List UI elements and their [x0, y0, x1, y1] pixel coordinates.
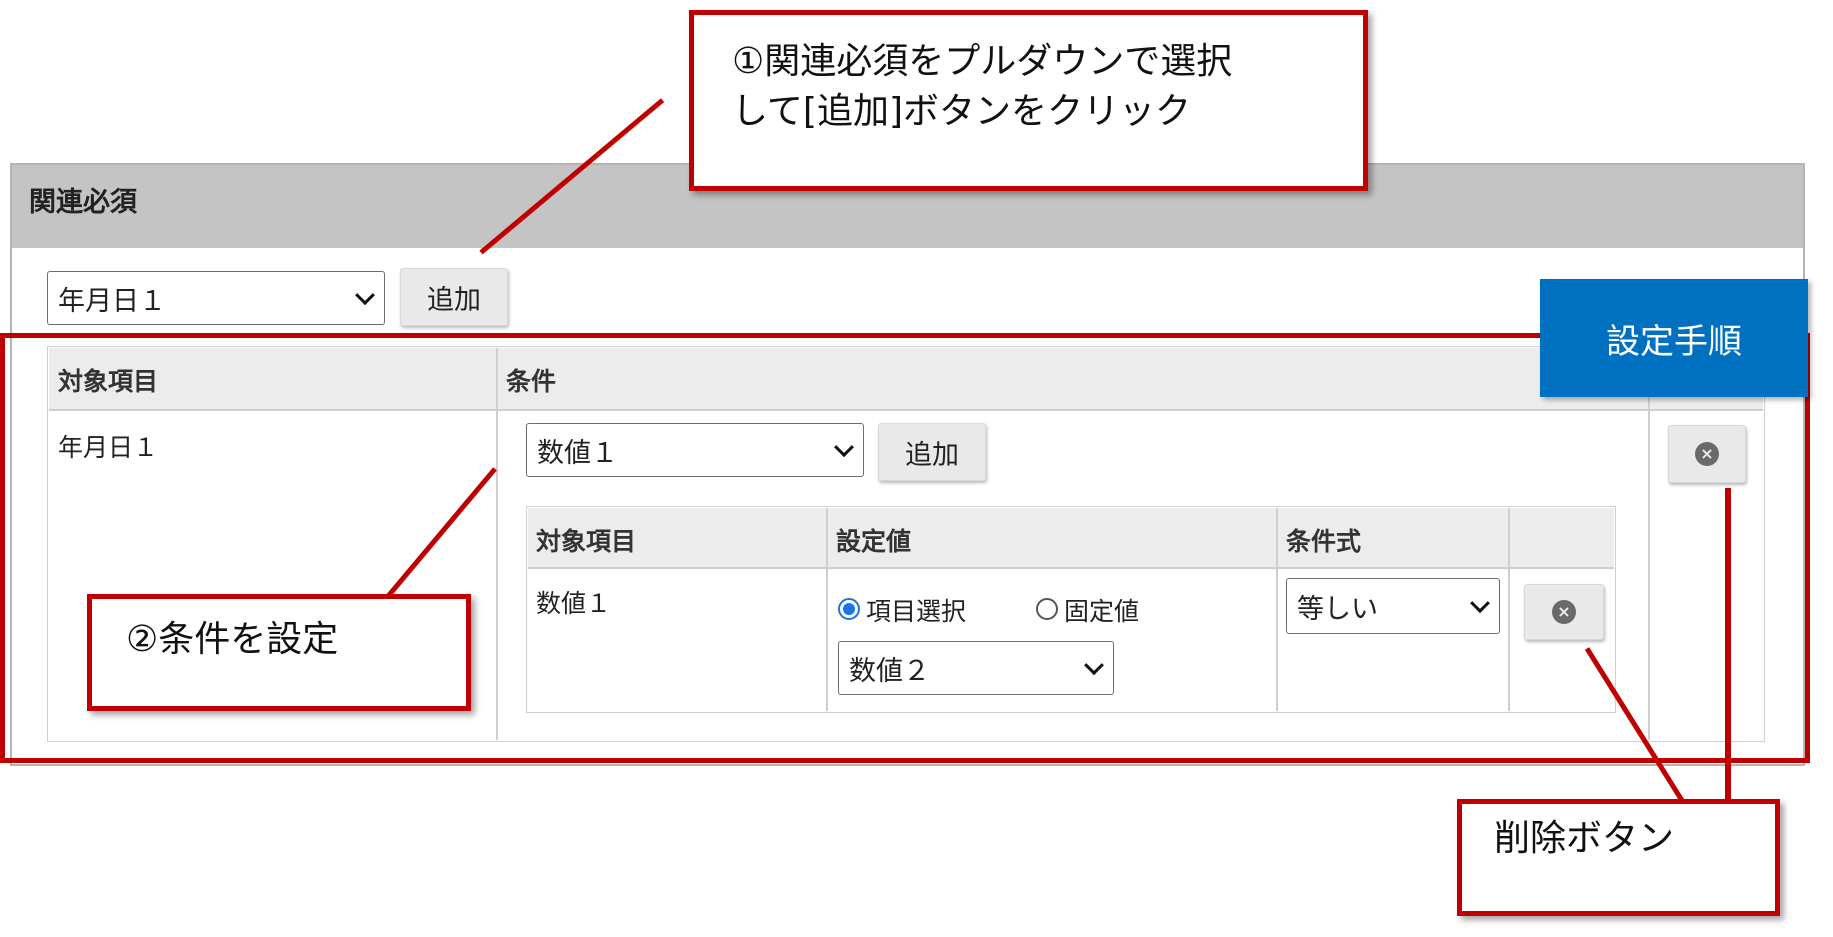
procedure-badge: 設定手順	[1540, 279, 1808, 397]
chevron-down-icon	[355, 285, 375, 306]
callout-step1-line2: して[追加]ボタンをクリック	[732, 91, 1192, 132]
callout-delete-text: 削除ボタン	[1494, 818, 1675, 859]
callout-leader-line	[1725, 488, 1731, 799]
callout-delete: 削除ボタン	[1457, 799, 1780, 916]
callout-step1-line1: ①関連必須をプルダウンで選択	[732, 41, 1233, 82]
callout-step1: ①関連必須をプルダウンで選択 して[追加]ボタンをクリック	[689, 10, 1368, 191]
related-item-select[interactable]: 年月日１	[47, 271, 385, 325]
add-related-button[interactable]: 追加	[400, 268, 508, 326]
callout-step2-text: ②条件を設定	[126, 619, 339, 660]
panel-title: 関連必須	[29, 187, 137, 218]
related-item-select-value: 年月日１	[58, 285, 166, 317]
callout-step2: ②条件を設定	[87, 594, 471, 711]
